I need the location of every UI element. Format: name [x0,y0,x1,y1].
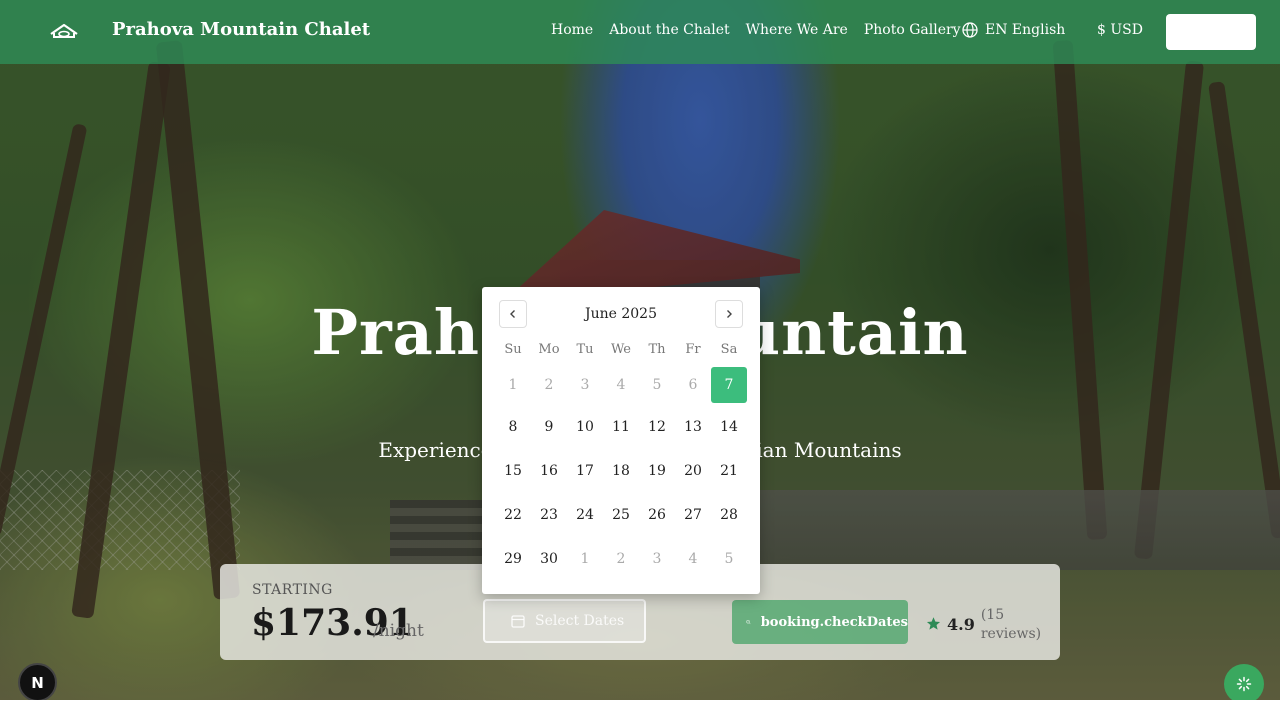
calendar-day[interactable]: 9 [531,405,567,449]
calendar-day[interactable]: 22 [495,493,531,537]
weekday-header: We [611,342,631,357]
calendar-day[interactable]: 23 [531,493,567,537]
calendar-day[interactable]: 8 [495,405,531,449]
calendar-day[interactable]: 30 [531,537,567,581]
check-dates-label: booking.checkDates [760,614,908,630]
calendar-day[interactable]: 5 [639,367,675,403]
nav-photo-gallery[interactable]: Photo Gallery [864,22,961,38]
weekday-header: Th [648,342,666,357]
weekday-header: Tu [576,342,594,357]
star-icon [926,617,941,630]
calendar-day[interactable]: 5 [711,537,747,581]
calendar-day[interactable]: 28 [711,493,747,537]
header-action-button[interactable] [1166,14,1256,50]
weekday-header: Sa [720,342,738,357]
calendar-day[interactable]: 20 [675,449,711,493]
calendar-day[interactable]: 4 [675,537,711,581]
calendar-day[interactable]: 24 [567,493,603,537]
chat-fab-button[interactable] [1224,664,1264,704]
main-nav: Home About the Chalet Where We Are Photo… [551,22,961,38]
calendar-day[interactable]: 26 [639,493,675,537]
calendar-day[interactable]: 11 [603,405,639,449]
calendar-day[interactable]: 14 [711,405,747,449]
globe-icon [962,22,978,38]
selected-day[interactable]: 7 [711,367,747,403]
language-selector[interactable]: EN English [962,22,1065,38]
nav-where-we-are[interactable]: Where We Are [746,22,848,38]
rating: 4.9 (15 reviews) [926,606,1043,644]
calendar-day[interactable]: 2 [531,367,567,403]
nav-about[interactable]: About the Chalet [609,22,729,38]
calendar-day[interactable]: 3 [639,537,675,581]
calendar-day[interactable]: 10 [567,405,603,449]
calendar-icon [511,615,525,628]
starting-label: STARTING [252,582,333,598]
calendar-day[interactable]: 17 [567,449,603,493]
calendar-day[interactable]: 29 [495,537,531,581]
check-dates-button[interactable]: booking.checkDates [732,600,908,644]
nextjs-dev-badge[interactable]: N [18,663,57,702]
calendar-day[interactable]: 12 [639,405,675,449]
calendar-day[interactable]: 25 [603,493,639,537]
calendar-day[interactable]: 2 [603,537,639,581]
chevron-right-icon [727,310,732,318]
calendar-day[interactable]: 4 [603,367,639,403]
top-navbar: Prahova Mountain Chalet Home About the C… [0,0,1280,64]
calendar-day[interactable]: 3 [567,367,603,403]
calendar-day[interactable]: 21 [711,449,747,493]
calendar-day[interactable]: 19 [639,449,675,493]
currency-selector[interactable]: $ USD [1097,22,1143,38]
review-count[interactable]: (15 reviews) [981,606,1043,644]
calendar-day[interactable]: 6 [675,367,711,403]
sparkle-icon [1236,676,1252,692]
language-label: EN English [985,22,1066,38]
chalet-logo-icon[interactable] [48,20,80,44]
calendar-day[interactable]: 13 [675,405,711,449]
calendar-day[interactable]: 7 [711,367,747,403]
brand-name[interactable]: Prahova Mountain Chalet [112,19,370,40]
next-month-button[interactable] [715,300,743,328]
weekday-header: Su [504,342,522,357]
calendar-day[interactable]: 1 [567,537,603,581]
search-icon [746,619,751,625]
select-dates-button[interactable]: Select Dates [483,599,646,643]
weekday-header: Mo [538,342,560,357]
rating-value: 4.9 [947,615,975,634]
calendar-day[interactable]: 18 [603,449,639,493]
calendar-day[interactable]: 16 [531,449,567,493]
weekday-header: Fr [685,342,701,357]
calendar-grid: Su Mo Tu We Th Fr Sa 1 2 3 4 5 6 7 8 9 10 11 12 13 14 15 16 17 1… [495,339,747,581]
calendar-day[interactable]: 27 [675,493,711,537]
nav-home[interactable]: Home [551,22,593,38]
per-night-label: /night [373,621,424,641]
date-picker-popover: June 2025 Su Mo Tu We Th Fr Sa 1 2 3 4 5 6 7 8 9 10 11 12 1… [482,287,760,594]
page-bottom-strip [0,700,1280,720]
calendar-day[interactable]: 1 [495,367,531,403]
select-dates-label: Select Dates [535,613,625,629]
calendar-day[interactable]: 15 [495,449,531,493]
